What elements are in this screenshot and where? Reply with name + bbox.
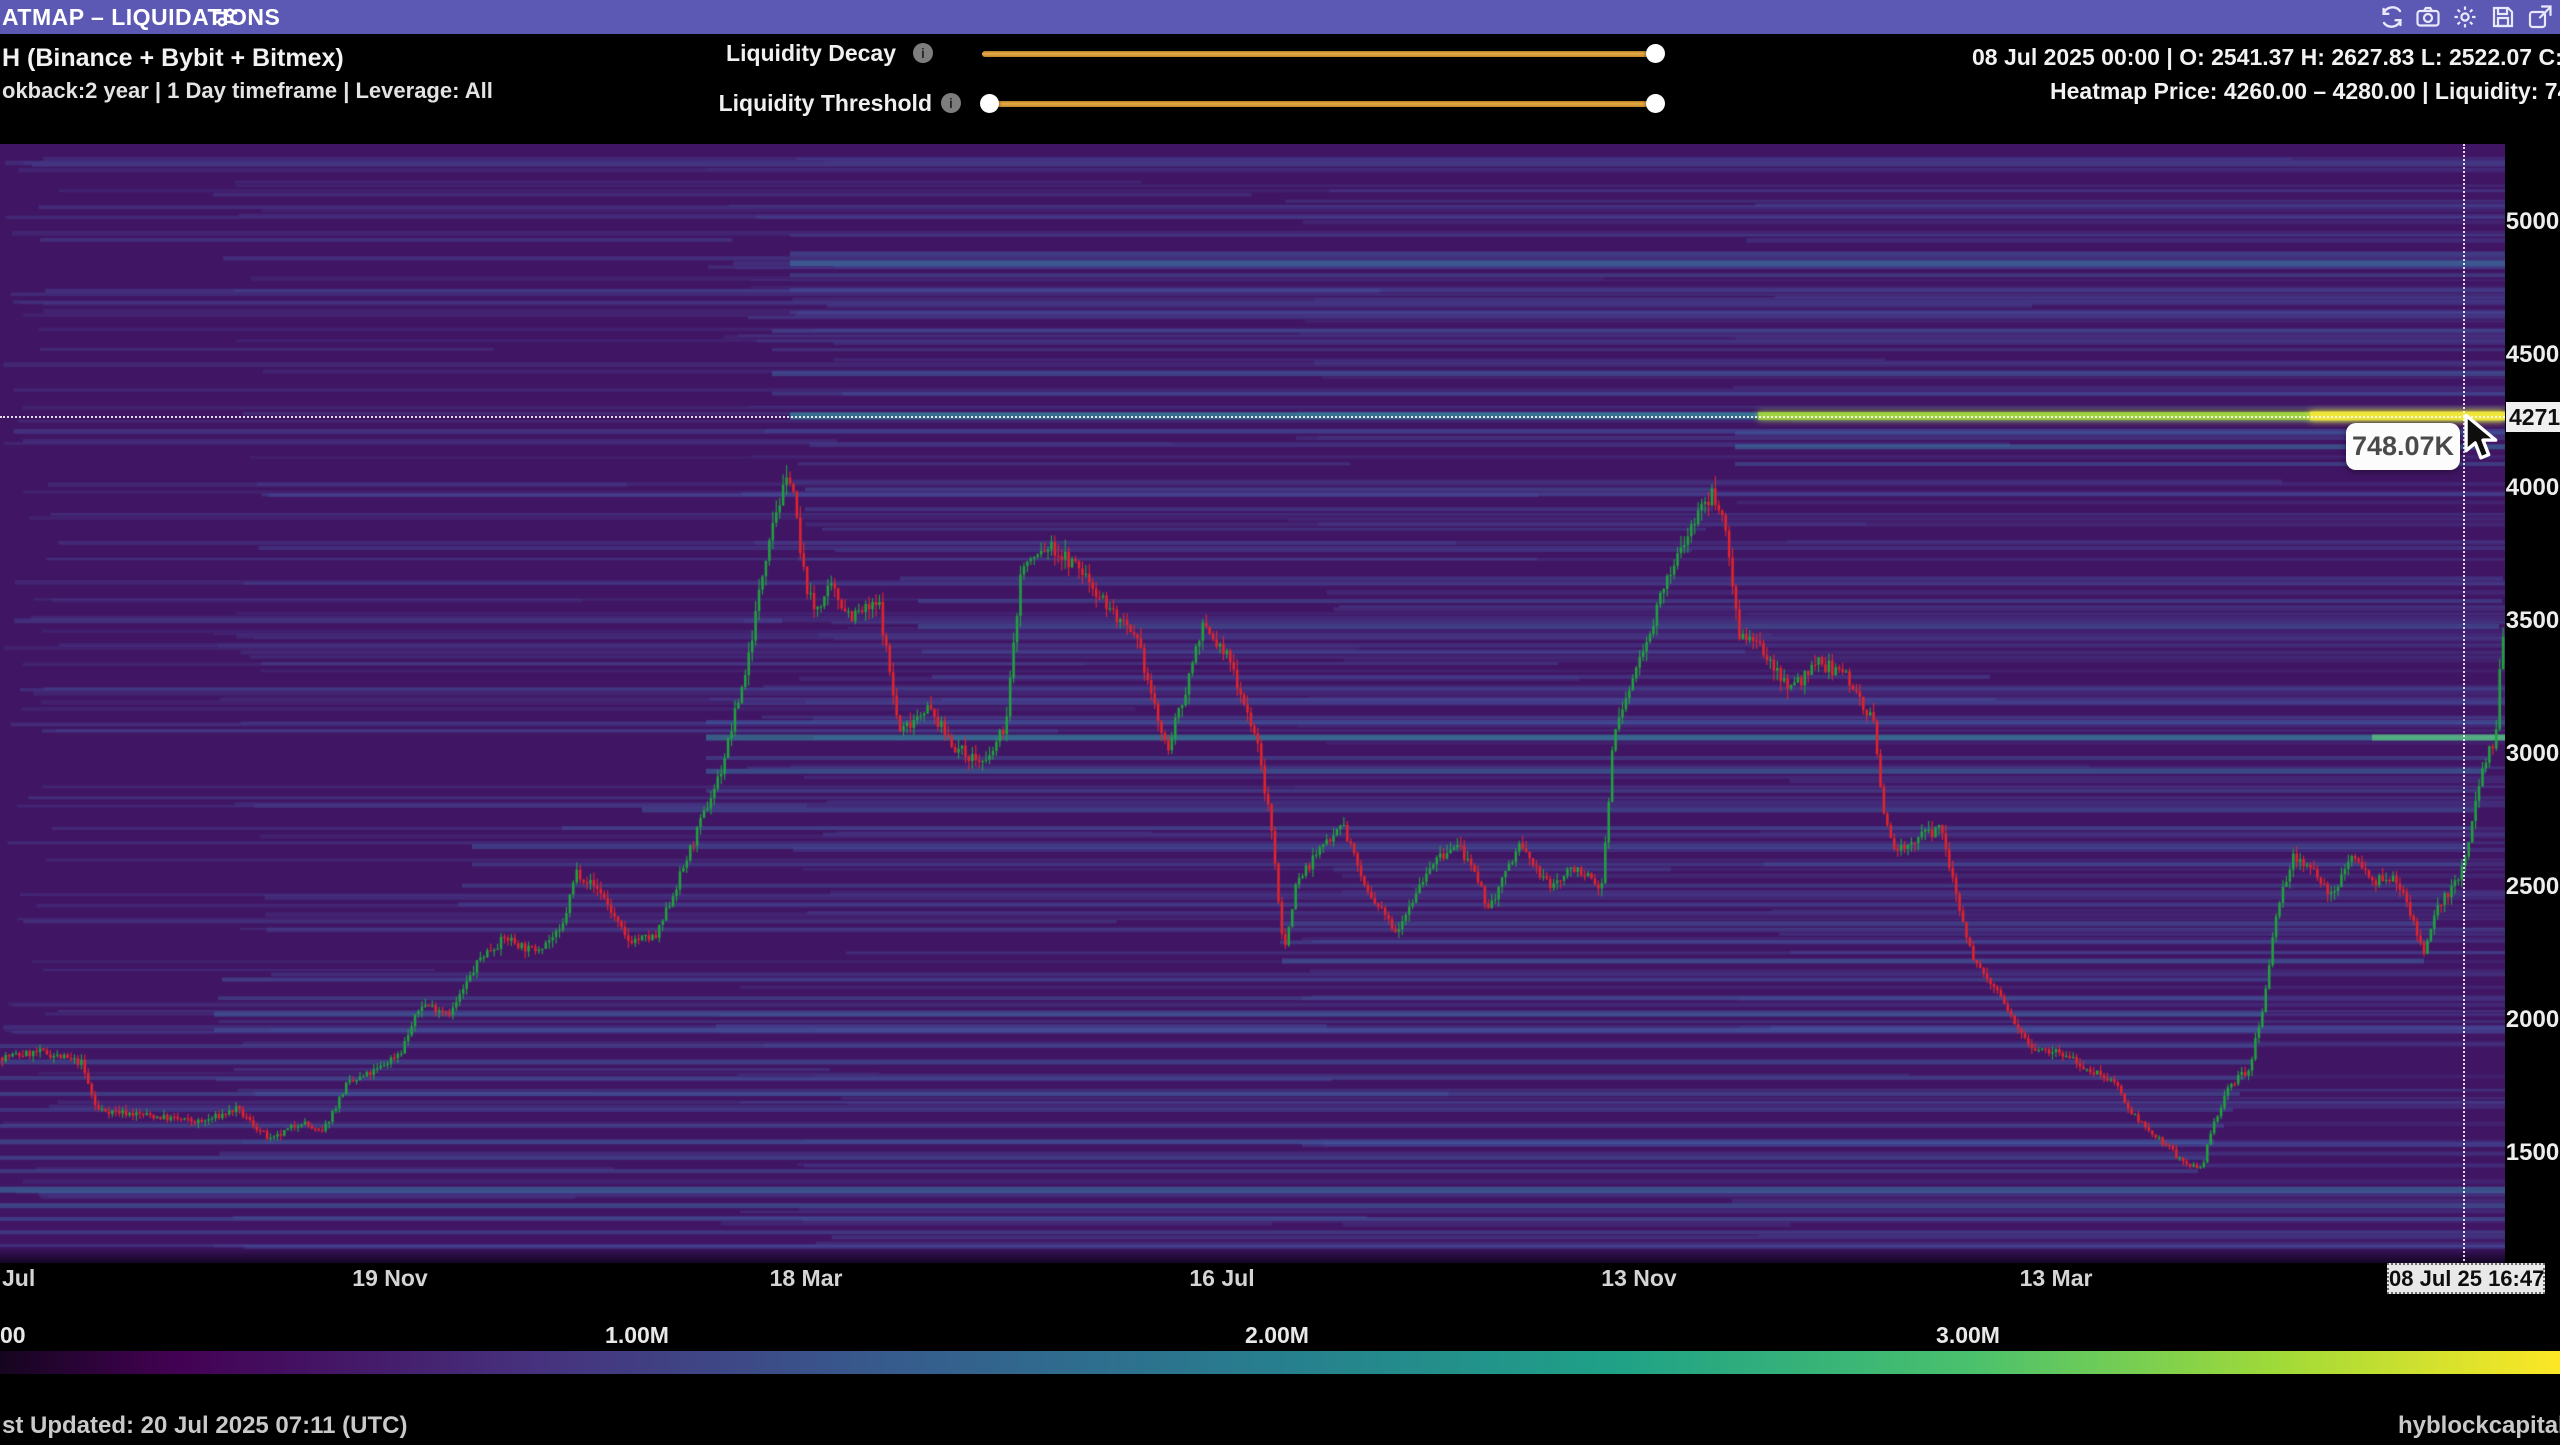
liquidity-threshold-slider[interactable] [982, 101, 1664, 107]
titlebar: ATMAP – LIQUIDATIONS [0, 0, 2560, 34]
crosshair-date-label: 08 Jul 25 16:47 [2387, 1263, 2545, 1294]
screenshot-icon[interactable] [2414, 3, 2442, 31]
date-tick-label: 16 Jul [1189, 1265, 1254, 1292]
price-axis-label: 4500 [2505, 341, 2560, 369]
colorbar-tick-label: 00 [0, 1322, 26, 1349]
colorbar-tick-label: 1.00M [605, 1322, 669, 1349]
date-tick-label: 19 Nov [352, 1265, 427, 1292]
date-axis: 08 Jul 25 16:47 Jul 19 Nov 18 Mar 16 Jul 13 … [0, 1263, 2560, 1310]
save-icon[interactable] [2489, 3, 2517, 31]
date-tick-label: 13 Mar [2020, 1265, 2093, 1292]
price-axis-label: 1500 [2505, 1139, 2560, 1167]
brand-label: hyblockcapital.c [2398, 1412, 2560, 1440]
ohlc-readout: 08 Jul 2025 00:00 | O: 2541.37 H: 2627.8… [1972, 44, 2560, 71]
info-icon[interactable]: i [941, 93, 961, 113]
liquidity-decay-handle[interactable] [1646, 44, 1665, 63]
sliders-icon[interactable] [212, 3, 240, 31]
price-axis-label: 2000 [2505, 1006, 2560, 1034]
export-icon[interactable] [2526, 3, 2554, 31]
colorbar-labels: 00 1.00M 2.00M 3.00M [0, 1322, 2560, 1350]
last-updated-label: st Updated: 20 Jul 2025 07:11 (UTC) [2, 1412, 407, 1440]
liquidation-heatmap-chart[interactable] [0, 144, 2505, 1263]
app-root: ATMAP – LIQUIDATIONS [0, 0, 2560, 1445]
settings-icon[interactable] [2451, 3, 2479, 31]
liquidity-threshold-max-handle[interactable] [1646, 94, 1665, 113]
info-icon[interactable]: i [913, 43, 933, 63]
liquidity-threshold-min-handle[interactable] [980, 94, 999, 113]
chart-settings-label: okback:2 year | 1 Day timeframe | Levera… [2, 78, 493, 104]
crosshair-vertical-line [2463, 144, 2465, 1272]
date-tick-label: 18 Mar [770, 1265, 843, 1292]
colorbar-tick-label: 2.00M [1245, 1322, 1309, 1349]
price-axis-label: 3000 [2505, 740, 2560, 768]
heatmap-readout: Heatmap Price: 4260.00 – 4280.00 | Liqui… [2050, 78, 2560, 105]
price-axis-label: 3500 [2505, 607, 2560, 635]
date-tick-label: Jul [2, 1265, 35, 1292]
colorbar-tick-label: 3.00M [1936, 1322, 2000, 1349]
liquidity-tooltip: 748.07K [2346, 423, 2460, 470]
colorbar-gradient [0, 1351, 2560, 1374]
price-axis-label: 4000 [2505, 474, 2560, 502]
mouse-cursor [2461, 414, 2505, 462]
price-axis-label: 2500 [2505, 873, 2560, 901]
price-axis: 5000 4500 4000 3500 3000 2500 2000 1500 [2505, 144, 2560, 1263]
date-tick-label: 13 Nov [1601, 1265, 1676, 1292]
liquidity-decay-label: Liquidity Decay [700, 40, 896, 67]
liquidity-decay-slider[interactable] [982, 51, 1664, 57]
liquidity-threshold-label: Liquidity Threshold [640, 90, 932, 117]
crosshair-price-label: 4271.1 [2506, 402, 2560, 432]
refresh-icon[interactable] [2378, 3, 2406, 31]
symbol-label: H (Binance + Bybit + Bitmex) [2, 44, 344, 73]
crosshair-horizontal-line [0, 416, 2560, 418]
price-axis-label: 5000 [2505, 208, 2560, 236]
header-bar: H (Binance + Bybit + Bitmex) okback:2 ye… [0, 34, 2560, 144]
